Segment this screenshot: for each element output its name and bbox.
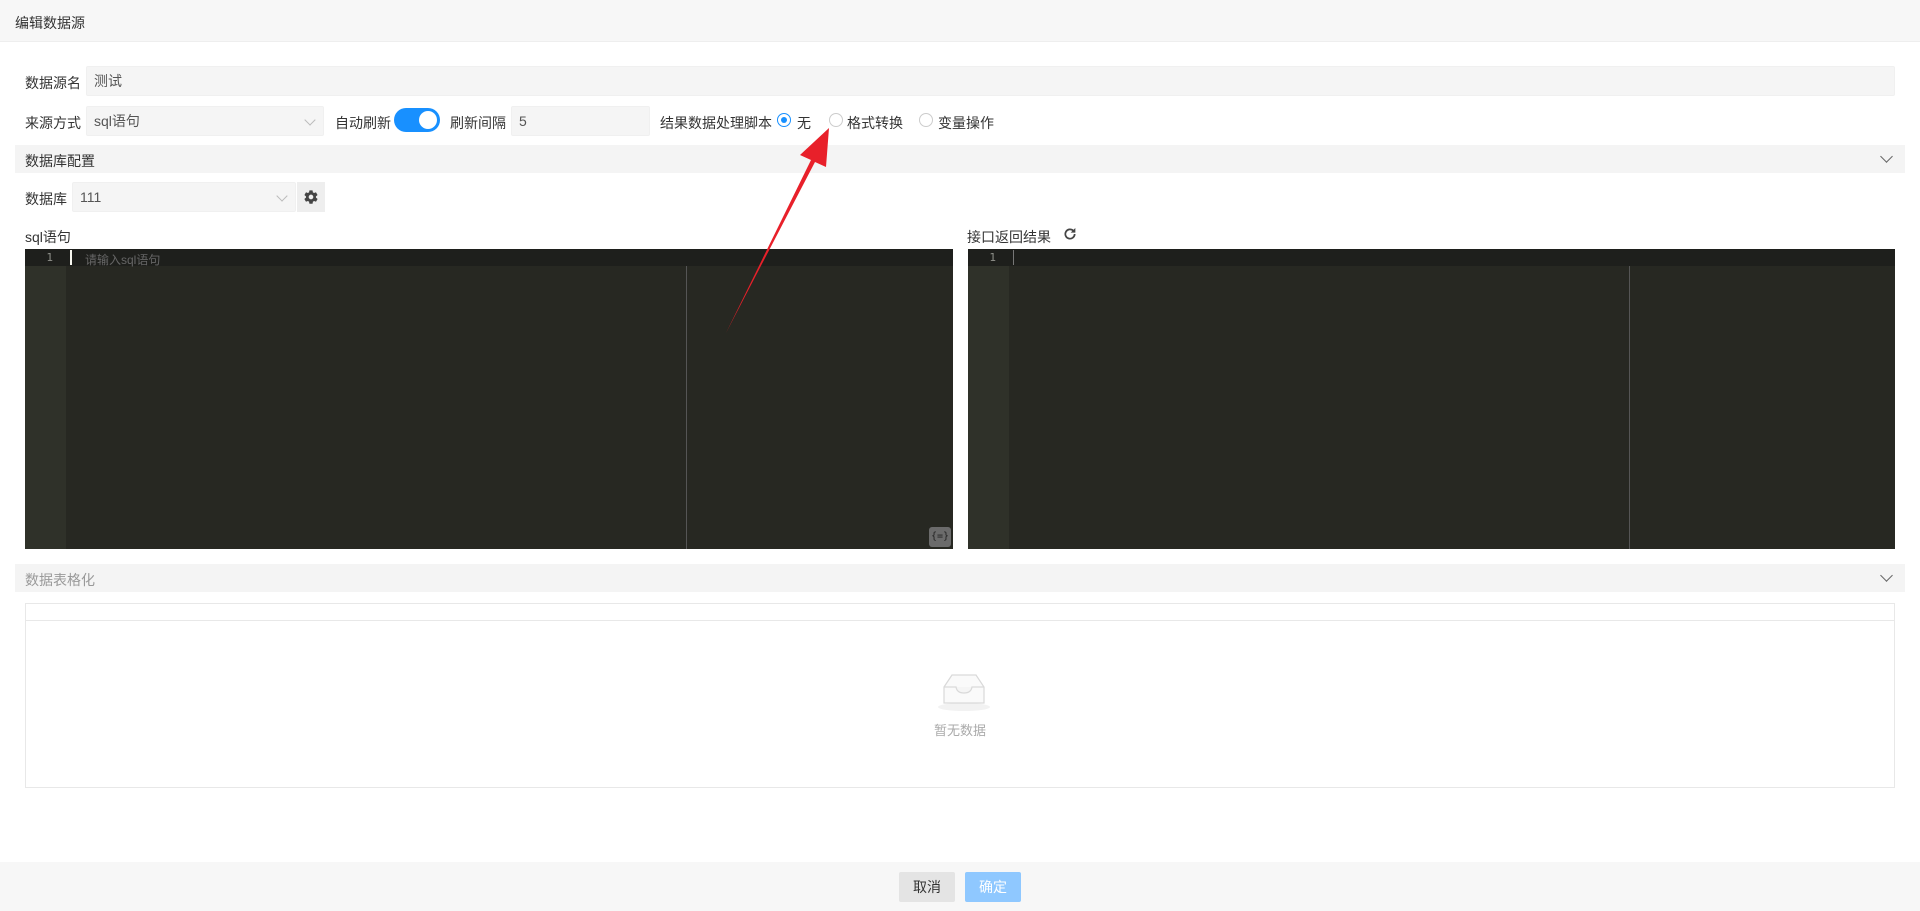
format-button[interactable]: {=}	[929, 527, 951, 547]
name-value: 测试	[94, 73, 122, 89]
db-label: 数据库	[25, 191, 67, 207]
auto-refresh-toggle[interactable]	[394, 108, 440, 132]
gear-icon	[304, 190, 318, 204]
result-editor-gutter	[968, 249, 1009, 549]
interval-label: 刷新间隔	[450, 115, 506, 131]
result-editor-line-number: 1	[989, 251, 996, 264]
radio-variable[interactable]	[919, 113, 933, 127]
dialog-title: 编辑数据源	[15, 15, 85, 31]
table-header	[26, 604, 1894, 621]
chevron-down-icon[interactable]	[1880, 150, 1893, 163]
data-table: 暂无数据	[25, 603, 1895, 788]
db-select[interactable]: 111	[72, 182, 296, 212]
empty-text: 暂无数据	[933, 723, 986, 738]
empty-inbox-icon	[938, 674, 990, 711]
db-config-section[interactable]: 数据库配置	[15, 145, 1905, 173]
radio-none[interactable]	[777, 113, 791, 127]
sql-editor-placeholder: 请输入sql语句	[85, 253, 161, 267]
result-editor-label: 接口返回结果	[967, 229, 1051, 245]
name-input[interactable]: 测试	[86, 66, 1895, 96]
refresh-icon[interactable]	[1062, 226, 1078, 242]
db-settings-button[interactable]	[297, 182, 325, 212]
toggle-knob	[419, 111, 437, 129]
chevron-down-icon	[304, 114, 316, 126]
radio-none-label[interactable]: 无	[797, 113, 811, 133]
result-editor[interactable]: 1	[968, 249, 1895, 549]
source-value: sql语句	[94, 113, 140, 129]
source-label: 来源方式	[25, 115, 81, 131]
db-config-title: 数据库配置	[25, 153, 95, 169]
confirm-button[interactable]: 确定	[965, 872, 1021, 902]
db-value: 111	[80, 189, 102, 205]
chevron-down-icon[interactable]	[1880, 569, 1893, 582]
sql-editor-gutter	[25, 249, 66, 549]
radio-format[interactable]	[829, 113, 843, 127]
sql-editor[interactable]: 1 请输入sql语句 {=}	[25, 249, 953, 549]
dialog-footer: 取消 确定	[0, 862, 1920, 911]
dialog-header: 编辑数据源	[0, 0, 1920, 42]
name-label: 数据源名	[25, 75, 81, 91]
cancel-button[interactable]: 取消	[899, 872, 955, 902]
sql-editor-line-number: 1	[46, 251, 53, 264]
result-editor-cursor	[1013, 250, 1014, 265]
print-margin	[686, 266, 687, 549]
sql-editor-label: sql语句	[25, 229, 71, 245]
radio-format-label[interactable]: 格式转换	[847, 113, 903, 133]
result-editor-active-line	[968, 249, 1895, 266]
table-format-section[interactable]: 数据表格化	[15, 564, 1905, 592]
interval-input[interactable]: 5	[511, 106, 650, 136]
auto-refresh-label: 自动刷新	[335, 115, 391, 131]
chevron-down-icon	[276, 190, 288, 202]
table-format-title: 数据表格化	[25, 572, 95, 588]
source-select[interactable]: sql语句	[86, 106, 324, 136]
script-label: 结果数据处理脚本	[660, 115, 772, 131]
sql-editor-cursor	[70, 250, 72, 265]
sql-editor-active-line	[25, 249, 953, 266]
interval-value: 5	[519, 113, 527, 129]
radio-variable-label[interactable]: 变量操作	[938, 113, 994, 133]
print-margin	[1629, 266, 1630, 549]
